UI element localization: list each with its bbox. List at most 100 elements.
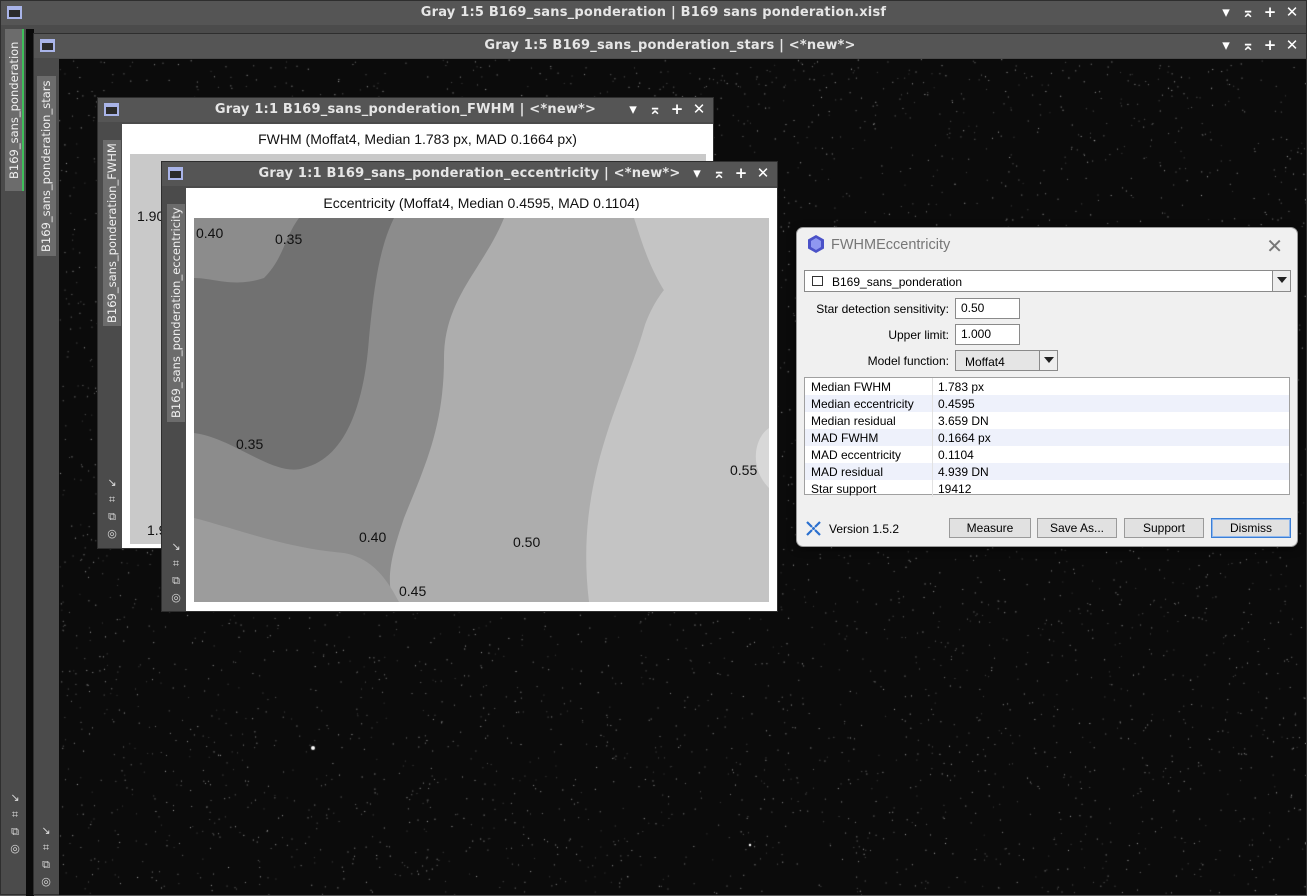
stars-window-title: Gray 1:5 B169_sans_ponderation_stars | <… <box>484 38 856 53</box>
minimize-button[interactable]: ⌅ <box>1240 3 1256 21</box>
table-row: Median FWHM 1.783 px <box>805 378 1289 395</box>
result-value: 4.939 DN <box>938 465 989 479</box>
image-select[interactable]: B169_sans_ponderation <box>804 270 1291 292</box>
eccentricity-contour-label: 0.35 <box>236 436 264 452</box>
clone-icon[interactable]: ⧉ <box>168 572 184 589</box>
model-function-select[interactable]: Moffat4 <box>955 350 1058 371</box>
fit-icon[interactable]: ↘ <box>7 789 23 806</box>
table-row: Star support 19412 <box>805 480 1289 497</box>
fwhm-window-titlebar[interactable]: Gray 1:1 B169_sans_ponderation_FWHM | <*… <box>98 98 713 122</box>
support-button[interactable]: Support <box>1124 518 1204 538</box>
pixinsight-icon <box>808 235 824 253</box>
result-value: 19412 <box>938 482 972 496</box>
clone-icon[interactable]: ⧉ <box>7 823 23 840</box>
result-label: Median residual <box>811 414 896 428</box>
fit-icon[interactable]: ↘ <box>168 538 184 555</box>
mask-icon[interactable]: ◎ <box>38 873 54 890</box>
main-window-titlebar[interactable]: Gray 1:5 B169_sans_ponderation | B169 sa… <box>1 1 1306 25</box>
shade-button[interactable]: ▾ <box>1218 36 1234 54</box>
dialog-title: FWHMEccentricity <box>831 237 951 253</box>
minimize-button[interactable]: ⌅ <box>711 164 727 182</box>
image-icon <box>812 276 823 286</box>
zoom-icon[interactable]: ⌗ <box>104 491 120 508</box>
upper-limit-label: Upper limit: <box>888 328 949 342</box>
eccentricity-contour-map <box>194 218 769 602</box>
maximize-button[interactable]: + <box>733 164 749 182</box>
table-row: MAD eccentricity 0.1104 <box>805 446 1289 463</box>
result-value: 0.4595 <box>938 397 975 411</box>
main-side-icons: ↘ ⌗ ⧉ ◎ <box>7 789 23 857</box>
mask-icon[interactable]: ◎ <box>104 525 120 542</box>
eccentricity-plot-title: Eccentricity (Moffat4, Median 0.4595, MA… <box>323 195 640 211</box>
result-label: MAD FWHM <box>811 431 879 445</box>
dismiss-button[interactable]: Dismiss <box>1211 518 1291 538</box>
fwhm-eccentricity-dialog[interactable]: FWHMEccentricity ✕ B169_sans_ponderation… <box>796 227 1298 547</box>
shade-button[interactable]: ▾ <box>689 164 705 182</box>
eccentricity-contour-label: 0.50 <box>513 534 541 550</box>
table-row: Median eccentricity 0.4595 <box>805 395 1289 412</box>
minimize-button[interactable]: ⌅ <box>1240 36 1256 54</box>
main-window-side-tab[interactable]: B169_sans_ponderation <box>5 29 24 191</box>
eccentricity-side-icons: ↘ ⌗ ⧉ ◎ <box>168 538 184 606</box>
mask-icon[interactable]: ◎ <box>168 589 184 606</box>
eccentricity-plot-window[interactable]: Gray 1:1 B169_sans_ponderation_eccentric… <box>161 161 778 612</box>
eccentricity-contour-label: 0.55 <box>730 462 758 478</box>
close-button[interactable]: ✕ <box>755 164 771 182</box>
result-value: 0.1104 <box>938 448 974 462</box>
eccentricity-contour-label: 0.35 <box>275 231 303 247</box>
chevron-down-icon[interactable] <box>1039 351 1057 370</box>
version-label: Version 1.5.2 <box>829 522 900 536</box>
model-function-label: Model function: <box>867 354 949 368</box>
maximize-button[interactable]: + <box>669 100 685 118</box>
close-icon[interactable]: ✕ <box>1266 234 1283 258</box>
stars-side-icons: ↘ ⌗ ⧉ ◎ <box>38 822 54 890</box>
save-as-button[interactable]: Save As... <box>1037 518 1117 538</box>
table-row: MAD residual 4.939 DN <box>805 463 1289 480</box>
measure-button[interactable]: Measure <box>949 518 1031 538</box>
fit-icon[interactable]: ↘ <box>38 822 54 839</box>
maximize-button[interactable]: + <box>1262 3 1278 21</box>
main-window-title: Gray 1:5 B169_sans_ponderation | B169 sa… <box>420 5 887 20</box>
stars-window-side-tab[interactable]: B169_sans_ponderation_stars <box>37 76 56 256</box>
eccentricity-contour-label: 0.45 <box>399 583 427 599</box>
fwhm-side-icons: ↘ ⌗ ⧉ ◎ <box>104 474 120 542</box>
close-button[interactable]: ✕ <box>691 100 707 118</box>
eccentricity-window-side-tab[interactable]: B169_sans_ponderation_eccentricity <box>167 204 185 422</box>
stars-window-titlebar[interactable]: Gray 1:5 B169_sans_ponderation_stars | <… <box>34 34 1306 58</box>
result-label: MAD eccentricity <box>811 448 902 462</box>
sensitivity-input[interactable]: 0.50 <box>955 298 1020 319</box>
result-label: Median eccentricity <box>811 397 914 411</box>
zoom-icon[interactable]: ⌗ <box>7 806 23 823</box>
result-label: Star support <box>811 482 877 496</box>
clone-icon[interactable]: ⧉ <box>104 508 120 525</box>
model-function-value: Moffat4 <box>965 355 1005 369</box>
fwhm-window-side-tab[interactable]: B169_sans_ponderation_FWHM <box>103 140 121 326</box>
chevron-down-icon[interactable] <box>1272 271 1290 291</box>
result-label: MAD residual <box>811 465 884 479</box>
zoom-icon[interactable]: ⌗ <box>38 839 54 856</box>
sensitivity-label: Star detection sensitivity: <box>816 302 949 316</box>
table-row: MAD FWHM 0.1664 px <box>805 429 1289 446</box>
mask-icon[interactable]: ◎ <box>7 840 23 857</box>
eccentricity-window-titlebar[interactable]: Gray 1:1 B169_sans_ponderation_eccentric… <box>162 162 777 186</box>
minimize-button[interactable]: ⌅ <box>647 100 663 118</box>
result-value: 1.783 px <box>938 380 985 394</box>
close-button[interactable]: ✕ <box>1284 3 1300 21</box>
shade-button[interactable]: ▾ <box>625 100 641 118</box>
upper-limit-input[interactable]: 1.000 <box>955 324 1020 345</box>
close-button[interactable]: ✕ <box>1284 36 1300 54</box>
eccentricity-plot-canvas: Eccentricity (Moffat4, Median 0.4595, MA… <box>186 188 777 611</box>
shade-button[interactable]: ▾ <box>1218 3 1234 21</box>
fwhm-plot-title: FWHM (Moffat4, Median 1.783 px, MAD 0.16… <box>258 131 577 147</box>
result-value: 3.659 DN <box>938 414 989 428</box>
result-value: 0.1664 px <box>938 431 991 445</box>
image-select-value: B169_sans_ponderation <box>832 275 963 289</box>
results-table: Median FWHM 1.783 px Median eccentricity… <box>804 377 1290 497</box>
clone-icon[interactable]: ⧉ <box>38 856 54 873</box>
script-icon <box>806 521 821 536</box>
zoom-icon[interactable]: ⌗ <box>168 555 184 572</box>
eccentricity-contour-label: 0.40 <box>196 225 224 241</box>
eccentricity-window-title: Gray 1:1 B169_sans_ponderation_eccentric… <box>258 166 681 181</box>
maximize-button[interactable]: + <box>1262 36 1278 54</box>
fit-icon[interactable]: ↘ <box>104 474 120 491</box>
